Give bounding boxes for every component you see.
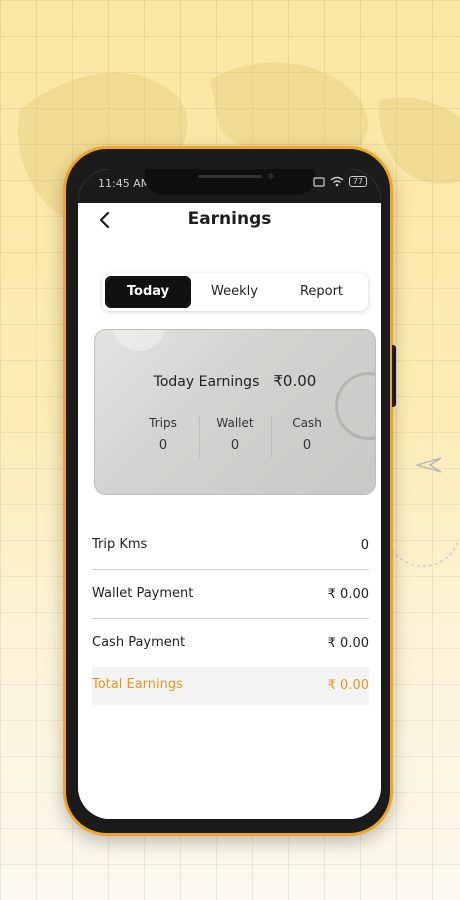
stat-trips: Trips 0 [127, 416, 199, 453]
earnings-screen: Earnings Today Weekly Report Today Earni… [78, 203, 381, 819]
stat-label: Cash [292, 416, 322, 430]
period-tabs: Today Weekly Report [102, 273, 368, 311]
card-title: Today Earnings [153, 374, 260, 390]
earnings-breakdown: Trip Kms 0 Wallet Payment ₹ 0.00 Cash Pa… [92, 521, 369, 705]
row-value: 0 [360, 538, 369, 553]
page-title: Earnings [187, 209, 272, 229]
row-label: Wallet Payment [92, 586, 194, 601]
paper-plane-icon [416, 457, 442, 473]
phone-side-button [392, 345, 396, 407]
front-camera [267, 173, 274, 179]
phone-frame: 11:45 AM 77 Earnings Today Weekly Report… [63, 146, 396, 836]
total-label: Total Earnings [92, 677, 183, 692]
battery-icon: 77 [348, 176, 367, 187]
card-decoration-circle [111, 330, 167, 352]
card-stats: Trips 0 Wallet 0 Cash 0 [127, 416, 343, 458]
row-value: ₹ 0.00 [327, 636, 369, 651]
stat-label: Wallet [216, 416, 254, 430]
wifi-icon [330, 176, 344, 187]
stat-value: 0 [302, 438, 312, 453]
stat-value: 0 [158, 438, 168, 453]
row-total-earnings: Total Earnings ₹ 0.00 [92, 667, 369, 705]
stat-wallet: Wallet 0 [199, 416, 271, 458]
status-time: 11:45 AM [98, 177, 151, 190]
row-label: Trip Kms [92, 537, 148, 552]
row-trip-kms: Trip Kms 0 [92, 521, 369, 570]
stat-label: Trips [149, 416, 177, 430]
phone-screen: 11:45 AM 77 Earnings Today Weekly Report… [78, 169, 381, 819]
card-amount: ₹0.00 [273, 372, 317, 390]
camera-notch [144, 169, 315, 195]
status-bar: 11:45 AM 77 [78, 169, 381, 203]
row-wallet-payment: Wallet Payment ₹ 0.00 [92, 570, 369, 619]
today-earnings-card: Today Earnings ₹0.00 Trips 0 Wallet 0 Cas… [94, 329, 376, 495]
status-icons: 77 [313, 176, 367, 187]
stat-value: 0 [230, 438, 240, 453]
speaker-grille [197, 175, 262, 178]
tab-report[interactable]: Report [278, 276, 365, 308]
stat-cash: Cash 0 [271, 416, 343, 458]
tab-today[interactable]: Today [105, 276, 191, 308]
card-title-row: Today Earnings ₹0.00 [95, 372, 375, 390]
tab-weekly[interactable]: Weekly [191, 276, 278, 308]
header: Earnings [78, 203, 381, 249]
dashed-path-decoration [391, 539, 459, 567]
sim-icon [313, 176, 325, 187]
row-label: Cash Payment [92, 635, 186, 650]
row-value: ₹ 0.00 [327, 587, 369, 602]
total-value: ₹ 0.00 [327, 678, 369, 693]
row-cash-payment: Cash Payment ₹ 0.00 [92, 619, 369, 667]
